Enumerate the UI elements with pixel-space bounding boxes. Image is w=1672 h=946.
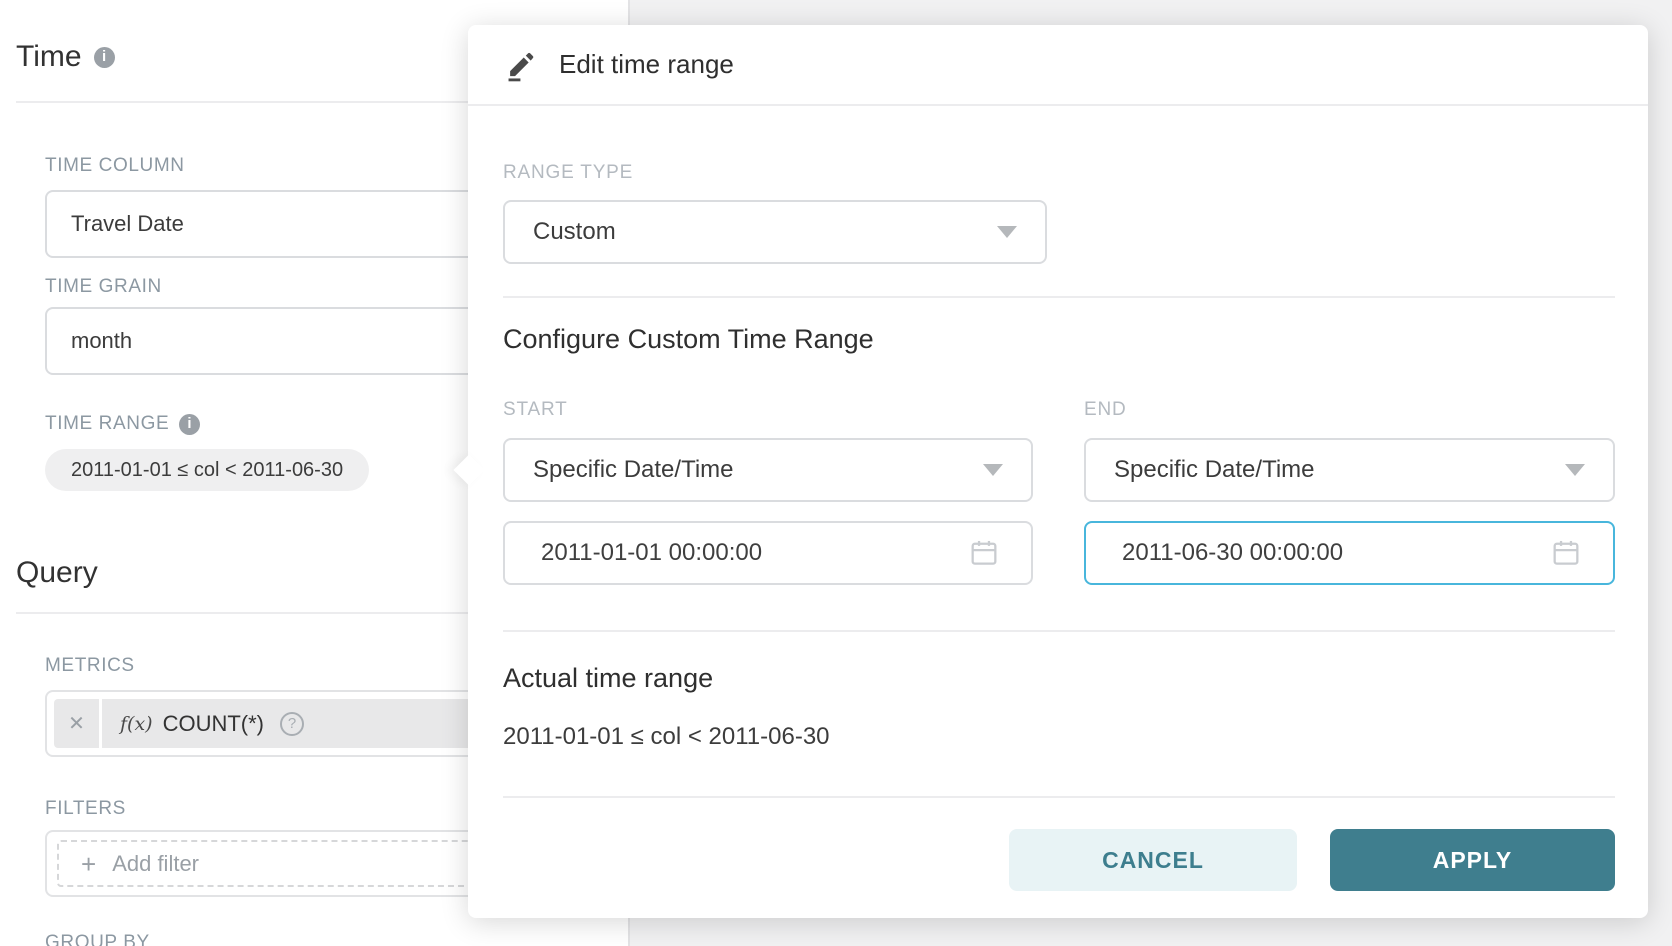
time-column-value: Travel Date [71, 211, 184, 237]
edit-pencil-icon [503, 46, 541, 84]
end-type-value: Specific Date/Time [1114, 456, 1315, 484]
range-type-value: Custom [533, 218, 616, 246]
start-type-value: Specific Date/Time [533, 456, 734, 484]
divider [503, 630, 1615, 632]
start-type-select[interactable]: Specific Date/Time [503, 438, 1033, 502]
configure-heading: Configure Custom Time Range [503, 324, 874, 355]
range-type-select[interactable]: Custom [503, 200, 1047, 264]
metrics-label: METRICS [45, 655, 135, 677]
info-icon[interactable]: i [179, 414, 200, 435]
popover-header: Edit time range [468, 25, 1648, 106]
end-label: END [1084, 399, 1127, 421]
help-icon[interactable]: ? [280, 712, 304, 736]
time-section-title: Time i [16, 40, 115, 74]
time-range-value: 2011-01-01 ≤ col < 2011-06-30 [71, 459, 343, 482]
function-icon: f(x) [120, 713, 153, 735]
actual-time-range-heading: Actual time range [503, 663, 713, 694]
end-datetime-input[interactable] [1084, 521, 1615, 585]
plus-icon: + [81, 854, 96, 874]
chevron-down-icon [997, 226, 1017, 238]
remove-metric-icon[interactable]: ✕ [54, 699, 102, 748]
end-type-select[interactable]: Specific Date/Time [1084, 438, 1615, 502]
add-filter-label: Add filter [112, 851, 199, 877]
query-section-title: Query [16, 556, 98, 590]
time-range-pill[interactable]: 2011-01-01 ≤ col < 2011-06-30 [45, 449, 369, 491]
cancel-button[interactable]: CANCEL [1009, 829, 1297, 891]
time-range-label: TIME RANGE i [45, 413, 200, 435]
divider [503, 296, 1615, 298]
time-grain-label: TIME GRAIN [45, 276, 162, 298]
range-type-label: RANGE TYPE [503, 162, 633, 184]
actual-time-range-value: 2011-01-01 ≤ col < 2011-06-30 [503, 723, 830, 751]
filters-label: FILTERS [45, 798, 126, 820]
apply-button[interactable]: APPLY [1330, 829, 1615, 891]
time-grain-value: month [71, 328, 132, 354]
chevron-down-icon [1565, 464, 1585, 476]
chevron-down-icon [983, 464, 1003, 476]
edit-time-range-popover: Edit time range RANGE TYPE Custom Config… [468, 25, 1648, 918]
query-section-label: Query [16, 556, 98, 590]
divider [503, 796, 1615, 798]
popover-title: Edit time range [559, 49, 734, 80]
start-label: START [503, 399, 568, 421]
time-section-label: Time [16, 40, 82, 74]
start-datetime-input[interactable] [503, 521, 1033, 585]
metric-name: COUNT(*) [163, 711, 264, 737]
info-icon[interactable]: i [94, 47, 115, 68]
time-column-label: TIME COLUMN [45, 155, 185, 177]
group-by-label: GROUP BY [45, 932, 150, 946]
